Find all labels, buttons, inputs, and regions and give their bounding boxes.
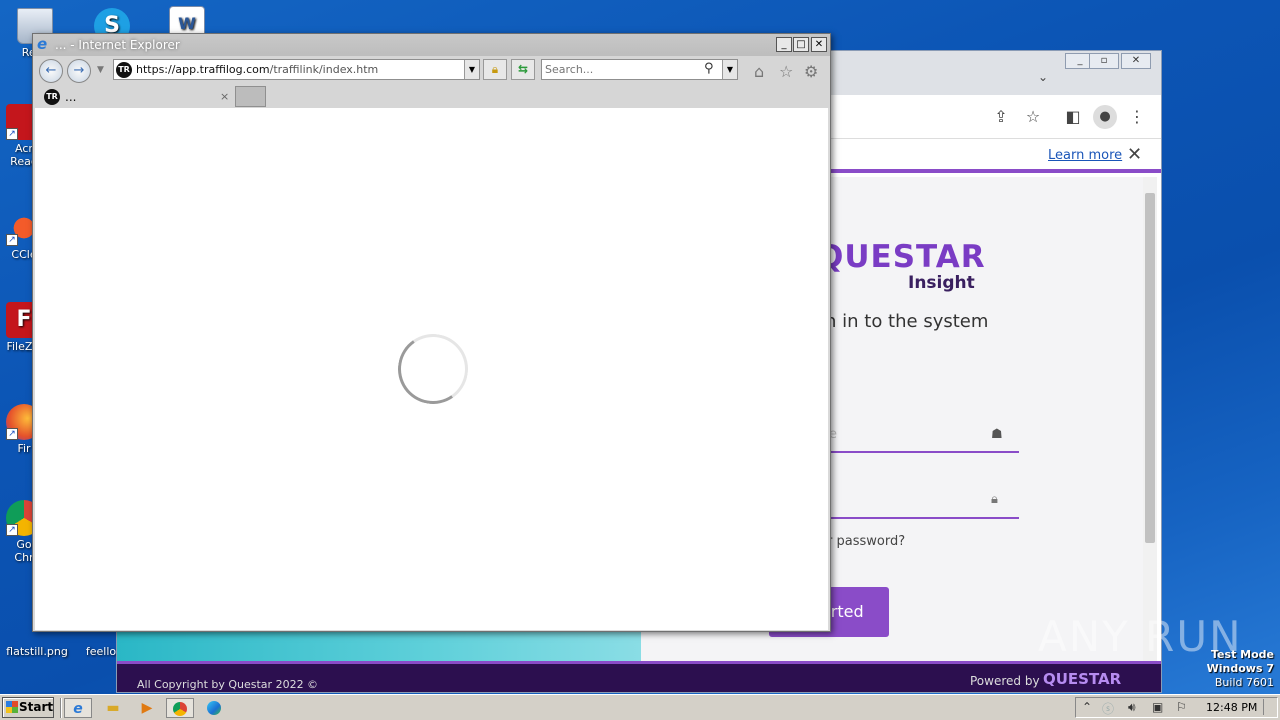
- taskbar: Start e ▬ ▶ ⌃ ⓢ 🔊︎ ▣ ⚐ 12:48 PM: [0, 694, 1280, 720]
- build-label: Build 7601: [1214, 676, 1274, 689]
- network-icon[interactable]: ▣: [1152, 700, 1163, 714]
- maximize-button[interactable]: □: [793, 37, 809, 52]
- site-favicon-icon: TR: [116, 62, 132, 78]
- address-dropdown-icon[interactable]: ▼: [464, 60, 479, 79]
- taskbar-chrome-button[interactable]: [166, 698, 194, 718]
- side-panel-icon[interactable]: ◧: [1061, 105, 1085, 129]
- padlock-icon: 🔒︎: [491, 62, 499, 76]
- address-url[interactable]: https://app.traffilog.com/traffilink/ind…: [136, 63, 378, 76]
- internet-explorer-icon: e: [73, 701, 83, 717]
- settings-gear-icon[interactable]: ⚙: [804, 62, 818, 81]
- shortcut-arrow-icon: ↗: [6, 128, 18, 140]
- clock[interactable]: 12:48 PM: [1206, 701, 1257, 714]
- search-icon[interactable]: ⚲: [704, 61, 714, 76]
- taskbar-separator: [60, 698, 62, 718]
- search-input[interactable]: [545, 61, 700, 78]
- search-box[interactable]: ⚲ ▼: [541, 59, 738, 80]
- loading-spinner-icon: [392, 328, 474, 410]
- close-window-button[interactable]: ✕: [811, 37, 827, 52]
- chrome-menu-icon[interactable]: ⋮: [1125, 105, 1149, 129]
- minimize-button[interactable]: _: [776, 37, 792, 52]
- close-window-button[interactable]: ✕: [1121, 53, 1151, 69]
- media-player-icon: ▶: [141, 700, 153, 716]
- show-desktop-button[interactable]: [1263, 699, 1273, 715]
- share-icon[interactable]: ⇪: [989, 105, 1013, 129]
- os-name-label: Windows 7: [1206, 662, 1274, 675]
- user-icon: ☗: [991, 427, 1003, 442]
- ie-page-content: [35, 108, 828, 630]
- lock-icon: 🔒︎: [991, 492, 998, 507]
- desktop-icon-flatstill[interactable]: flatstill.png: [6, 645, 68, 658]
- ie-navigation-bar: ← → ▼ TR https://app.traffilog.com/traff…: [33, 56, 830, 84]
- volume-icon[interactable]: 🔊︎: [1128, 700, 1136, 715]
- infobar-close-icon[interactable]: ✕: [1127, 144, 1142, 165]
- show-hidden-icons-icon[interactable]: ⌃: [1082, 700, 1092, 714]
- tab-title: ...: [65, 90, 77, 104]
- tab-search-chevron-icon[interactable]: ⌄: [1031, 65, 1055, 89]
- system-tray: ⌃ ⓢ 🔊︎ ▣ ⚐ 12:48 PM: [1075, 697, 1278, 718]
- password-underline: [829, 517, 1019, 519]
- edge-icon: [207, 701, 221, 715]
- copyright-text: All Copyright by Questar 2022 ©: [137, 678, 319, 691]
- refresh-button[interactable]: ⇆: [511, 59, 535, 80]
- shortcut-arrow-icon: ↗: [6, 234, 18, 246]
- footer-questar-logo: QUESTAR: [1043, 670, 1122, 688]
- internet-explorer-icon: e: [37, 35, 48, 53]
- signin-heading: n in to the system: [825, 311, 989, 332]
- powered-by-text: Powered by: [970, 674, 1040, 688]
- google-chrome-icon: [173, 702, 187, 716]
- url-host: https://app.traffilog.com: [136, 63, 270, 76]
- home-icon[interactable]: ⌂: [754, 62, 764, 81]
- skype-tray-icon[interactable]: ⓢ: [1102, 700, 1114, 717]
- teal-banner: [117, 631, 641, 661]
- profile-avatar-icon[interactable]: ●: [1093, 105, 1117, 129]
- back-arrow-icon: ←: [45, 63, 57, 78]
- tab-close-icon[interactable]: ×: [220, 90, 229, 103]
- ie-tab-bar: TR ... ×: [33, 84, 830, 108]
- forward-arrow-icon: →: [73, 63, 85, 78]
- page-footer: All Copyright by Questar 2022 © Powered …: [117, 661, 1161, 692]
- test-mode-label: Test Mode: [1211, 648, 1274, 661]
- taskbar-media-player-button[interactable]: ▶: [133, 698, 161, 718]
- tab-active[interactable]: TR ... ×: [36, 86, 232, 107]
- page-scrollbar[interactable]: [1143, 177, 1157, 661]
- desktop-icon-label: flatstill.png: [6, 645, 68, 658]
- desktop-icon-feello[interactable]: feello: [84, 645, 118, 658]
- learn-more-link[interactable]: Learn more: [1048, 148, 1122, 163]
- window-title: ... - Internet Explorer: [55, 38, 180, 52]
- url-path: /traffilink/index.htm: [269, 63, 379, 76]
- username-underline: [829, 451, 1019, 453]
- start-button[interactable]: Start: [2, 697, 54, 718]
- shortcut-arrow-icon: ↗: [6, 428, 18, 440]
- search-dropdown-icon[interactable]: ▼: [722, 60, 737, 79]
- shortcut-arrow-icon: ↗: [6, 524, 18, 536]
- back-button[interactable]: ←: [39, 59, 63, 83]
- ie-titlebar[interactable]: e ... - Internet Explorer _ □ ✕: [33, 34, 830, 56]
- refresh-icon: ⇆: [517, 62, 529, 76]
- forward-button[interactable]: →: [67, 59, 91, 83]
- taskbar-edge-button[interactable]: [200, 698, 228, 718]
- internet-explorer-window: e ... - Internet Explorer _ □ ✕ ← → ▼ TR…: [32, 33, 831, 632]
- security-lock-button[interactable]: 🔒︎: [483, 59, 507, 80]
- recent-pages-dropdown-icon[interactable]: ▼: [97, 65, 104, 75]
- favorites-star-icon[interactable]: ☆: [779, 62, 793, 81]
- questar-logo: QUESTAR: [817, 239, 986, 275]
- desktop-icon-label: feello: [85, 645, 117, 658]
- start-label: Start: [19, 700, 54, 714]
- taskbar-explorer-button[interactable]: ▬: [99, 698, 127, 718]
- forgot-password-link[interactable]: r password?: [827, 534, 905, 549]
- folder-icon: ▬: [106, 700, 120, 716]
- test-mode-notice: Test Mode Windows 7 Build 7601: [1207, 648, 1274, 690]
- taskbar-ie-button[interactable]: e: [64, 698, 92, 718]
- tab-favicon-icon: TR: [44, 89, 60, 105]
- new-tab-button[interactable]: [235, 86, 266, 107]
- action-center-flag-icon[interactable]: ⚐: [1176, 700, 1187, 714]
- maximize-button[interactable]: ▫: [1089, 53, 1119, 69]
- bookmark-star-icon[interactable]: ☆: [1021, 105, 1045, 129]
- address-bar[interactable]: TR https://app.traffilog.com/traffilink/…: [113, 59, 480, 80]
- scrollbar-thumb[interactable]: [1145, 193, 1155, 543]
- windows-logo-icon: [6, 701, 18, 713]
- questar-logo-subtitle: Insight: [908, 273, 975, 293]
